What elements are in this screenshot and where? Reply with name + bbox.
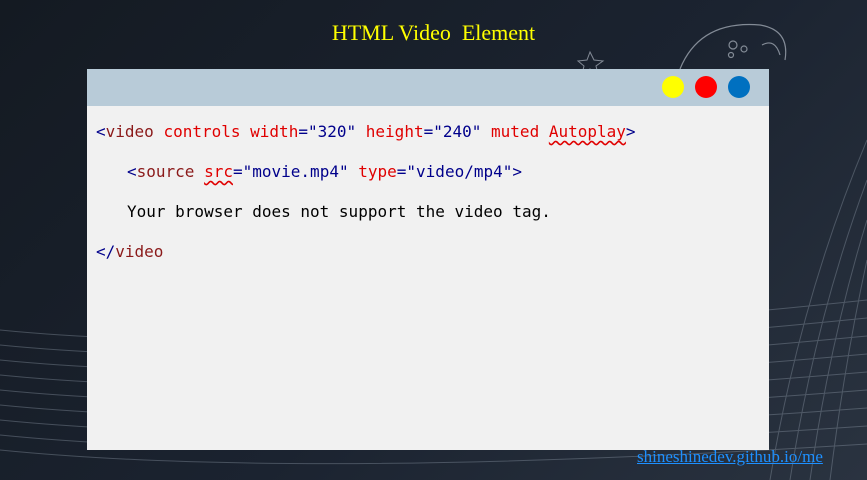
code-attr: width <box>250 122 299 141</box>
code-line-video-open: <video controls width="320" height="240"… <box>96 122 636 142</box>
code-eq: = <box>396 162 407 181</box>
code-tag: video <box>115 242 164 261</box>
code-value: "240" <box>433 122 482 141</box>
code-tag: video <box>105 122 154 141</box>
code-tag: source <box>136 162 195 181</box>
code-window: <video controls width="320" height="240"… <box>87 69 769 450</box>
code-line-source: <source src="movie.mp4" type="video/mp4"… <box>127 162 522 182</box>
window-titlebar <box>87 69 769 106</box>
yellow-dot-icon[interactable] <box>662 76 684 98</box>
code-line-video-close: </video <box>96 242 163 262</box>
code-attr: muted <box>491 122 540 141</box>
code-attr: Autoplay <box>548 122 626 141</box>
code-attr: height <box>365 122 424 141</box>
code-bracket: < <box>127 162 137 181</box>
code-attr: type <box>358 162 397 181</box>
code-bracket: </ <box>96 242 116 261</box>
code-attr: controls <box>163 122 241 141</box>
code-attr: src <box>204 162 233 181</box>
code-bracket: > <box>512 162 523 181</box>
code-line-fallback-text: Your browser does not support the video … <box>127 202 551 221</box>
code-value: "video/mp4" <box>406 162 513 181</box>
code-eq: = <box>298 122 308 141</box>
code-bracket: > <box>625 122 636 141</box>
code-value: "320" <box>307 122 357 141</box>
code-bracket: < <box>96 122 106 141</box>
code-eq: = <box>232 162 243 181</box>
slide-title: HTML Video Element <box>331 20 536 45</box>
credit-link[interactable]: shineshinedev.github.io/me <box>637 447 823 467</box>
red-dot-icon[interactable] <box>695 76 717 98</box>
blue-dot-icon[interactable] <box>728 76 750 98</box>
code-eq: = <box>423 122 434 141</box>
code-value: "movie.mp4" <box>242 162 349 181</box>
